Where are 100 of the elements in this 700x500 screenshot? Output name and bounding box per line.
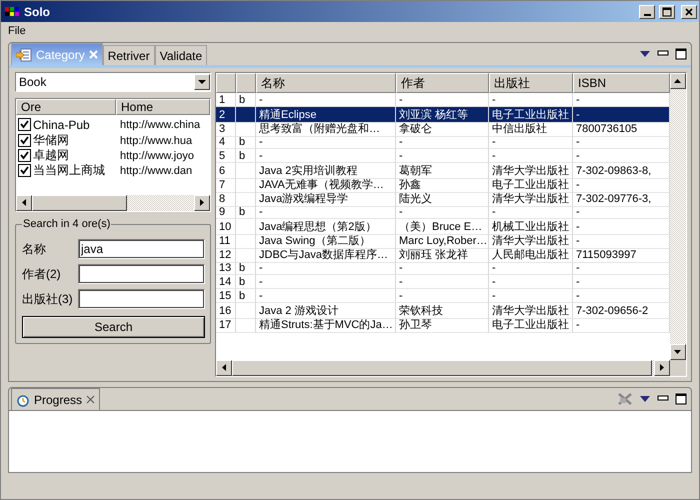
- close-icon: [684, 6, 694, 16]
- table-cell: 15: [216, 289, 236, 303]
- column-header[interactable]: 出版社: [489, 73, 573, 93]
- table-cell: 清华大学出版社: [489, 163, 573, 179]
- view-menu-icon[interactable]: [639, 50, 651, 58]
- table-cell: b: [236, 149, 256, 163]
- table-cell: 荣钦科技: [396, 303, 489, 319]
- table-cell: 3: [216, 121, 236, 137]
- table-row[interactable]: 11 Java Swing（第二版） Marc Loy,Rober… 清华大学出版社 -: [216, 233, 670, 247]
- tab[interactable]: Progress: [11, 388, 100, 410]
- table-cell: b: [236, 275, 256, 289]
- table-cell: 2: [216, 107, 236, 123]
- checkbox[interactable]: [18, 118, 31, 131]
- table-row[interactable]: 17 精通Struts:基于MVC的Ja… 孙卫琴 电子工业出版社 -: [216, 317, 670, 331]
- scroll-right-button[interactable]: [654, 360, 670, 376]
- checkbox[interactable]: [18, 149, 31, 162]
- table-cell: -: [573, 107, 670, 123]
- table-cell: -: [489, 289, 573, 303]
- column-header[interactable]: Ore: [16, 99, 116, 115]
- column-header[interactable]: 名称: [256, 73, 396, 93]
- table-cell: b: [236, 261, 256, 275]
- maximize-view-icon[interactable]: [675, 48, 687, 60]
- table-cell: Java 2实用培训教程: [256, 163, 396, 179]
- checkbox[interactable]: [18, 164, 31, 177]
- table-cell: 精通Struts:基于MVC的Ja…: [256, 317, 396, 333]
- app-icon: [4, 4, 20, 18]
- scroll-right-button[interactable]: [194, 195, 210, 211]
- table-row[interactable]: 16 Java 2 游戏设计 荣钦科技 清华大学出版社 7-302-09656-2: [216, 303, 670, 317]
- table-cell: -: [489, 261, 573, 275]
- close-tab-icon[interactable]: [86, 394, 96, 406]
- menu-item[interactable]: File: [5, 25, 29, 37]
- tab[interactable]: Retriver: [102, 45, 155, 65]
- close-button[interactable]: [681, 4, 697, 18]
- input-field[interactable]: [78, 264, 205, 284]
- table-row[interactable]: 13 b - - - -: [216, 261, 670, 275]
- table-row[interactable]: 5 b - - - -: [216, 149, 670, 163]
- table-cell: 4: [216, 135, 236, 149]
- ore-url: http://www.hua: [119, 134, 194, 146]
- column-header[interactable]: [236, 73, 256, 93]
- horizontal-scrollbar[interactable]: [216, 360, 670, 376]
- scroll-left-button[interactable]: [216, 360, 232, 376]
- checkbox[interactable]: [18, 134, 31, 147]
- table-cell: Java 2 游戏设计: [256, 303, 396, 319]
- table-cell: Java游戏编程导学: [256, 191, 396, 207]
- column-header[interactable]: ISBN: [573, 73, 670, 93]
- scroll-left-button[interactable]: [16, 195, 32, 211]
- column-header[interactable]: Home: [116, 99, 210, 115]
- table-row[interactable]: 10 Java编程思想（第2版） （美）Bruce E… 机械工业出版社 -: [216, 219, 670, 233]
- table-row[interactable]: 7 JAVA无难事（视频教学… 孙鑫 电子工业出版社 -: [216, 177, 670, 191]
- table-row[interactable]: 3 思考致富（附赠光盘和… 拿破仑 中信出版社 7800736105: [216, 121, 670, 135]
- table-cell: 清华大学出版社: [489, 191, 573, 207]
- search-button[interactable]: Search: [22, 316, 205, 338]
- table-row[interactable]: 8 Java游戏编程导学 陆光义 清华大学出版社 7-302-09776-3,: [216, 191, 670, 205]
- column-header[interactable]: 作者: [396, 73, 489, 93]
- minimize-view-icon[interactable]: [657, 395, 669, 403]
- scroll-down-button[interactable]: [670, 344, 686, 360]
- input-field[interactable]: [78, 289, 205, 309]
- table-cell: 14: [216, 275, 236, 289]
- window-title: Solo: [24, 4, 51, 18]
- table-row[interactable]: 12 JDBC与Java数据库程序… 刘丽珏 张龙祥 人民邮电出版社 7115093997: [216, 247, 670, 261]
- table-cell: -: [396, 275, 489, 289]
- table-cell: 11: [216, 233, 236, 249]
- minimize-icon: [644, 14, 650, 16]
- table-row[interactable]: 6 Java 2实用培训教程 葛朝军 清华大学出版社 7-302-09863-8,: [216, 163, 670, 177]
- table-row[interactable]: 4 b - - - -: [216, 135, 670, 149]
- maximize-button[interactable]: [659, 4, 675, 18]
- dropdown-button[interactable]: [194, 74, 210, 90]
- table-cell: -: [489, 135, 573, 149]
- table-row[interactable]: 9 b - - - -: [216, 205, 670, 219]
- horizontal-scrollbar[interactable]: [16, 195, 210, 211]
- ore-url: http://www.joyo: [119, 150, 195, 162]
- table-cell: -: [489, 275, 573, 289]
- table-cell: 7: [216, 177, 236, 193]
- view-menu-icon[interactable]: [639, 395, 651, 403]
- table-cell: -: [396, 205, 489, 219]
- table-cell: 电子工业出版社: [489, 177, 573, 193]
- table-cell: b: [236, 289, 256, 303]
- table-cell: JDBC与Java数据库程序…: [256, 247, 396, 263]
- table-row[interactable]: 14 b - - - -: [216, 275, 670, 289]
- table-cell: 机械工业出版社: [489, 219, 573, 235]
- table-cell: 16: [216, 303, 236, 319]
- table-cell: Java Swing（第二版）: [256, 233, 396, 249]
- maximize-view-icon[interactable]: [675, 393, 687, 405]
- close-tab-icon[interactable]: [88, 48, 98, 60]
- table-row[interactable]: 15 b - - - -: [216, 289, 670, 303]
- minimize-button[interactable]: [639, 4, 655, 18]
- input-field[interactable]: java: [78, 239, 205, 259]
- table-cell: -: [256, 289, 396, 303]
- column-header[interactable]: [216, 73, 236, 93]
- field-label: 名称: [22, 240, 47, 258]
- table-row[interactable]: 2 精通Eclipse 刘亚滨 杨红等 电子工业出版社 -: [216, 107, 670, 121]
- table-cell: 电子工业出版社: [489, 317, 573, 333]
- table-cell: -: [489, 205, 573, 219]
- tab[interactable]: Validate: [154, 45, 208, 65]
- category-dropdown[interactable]: Book: [15, 72, 211, 92]
- minimize-view-icon[interactable]: [657, 50, 669, 58]
- table-cell: -: [256, 261, 396, 275]
- scroll-up-button[interactable]: [670, 73, 686, 89]
- vertical-scrollbar[interactable]: [670, 73, 686, 360]
- table-cell: （美）Bruce E…: [396, 219, 489, 235]
